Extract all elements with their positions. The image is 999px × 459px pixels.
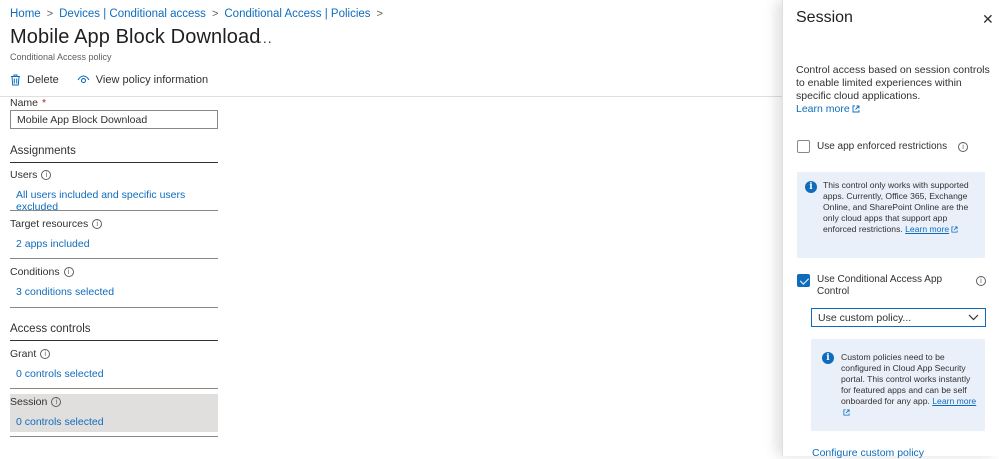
row-divider (10, 307, 218, 308)
external-link-icon (852, 104, 860, 117)
session-summary-link[interactable]: 0 controls selected (16, 416, 104, 428)
learn-more-link[interactable]: Learn more (796, 103, 860, 115)
breadcrumb-separator: > (46, 8, 54, 20)
breadcrumb-separator: > (376, 8, 383, 20)
info-icon[interactable]: i (51, 397, 62, 407)
session-field-label: Session i (10, 396, 62, 408)
users-field-label: Users i (10, 169, 52, 181)
external-link-icon (843, 408, 850, 419)
row-divider (10, 210, 218, 211)
row-divider (10, 388, 218, 389)
app-enforced-info-box: i This control only works with supported… (797, 172, 985, 258)
session-panel: Session ✕ Control access based on sessio… (782, 0, 999, 459)
grant-field-label: Grant i (10, 348, 51, 360)
command-bar: Delete View policy information (10, 74, 208, 86)
target-resources-label: Target resources (10, 218, 89, 230)
app-control-checkbox[interactable] (797, 274, 810, 287)
breadcrumb-separator: > (211, 8, 219, 20)
policy-name-input[interactable] (10, 110, 218, 129)
app-control-policy-dropdown[interactable]: Use custom policy... (811, 308, 986, 327)
close-icon[interactable]: ✕ (982, 12, 994, 26)
row-divider (10, 436, 218, 437)
app-enforced-restrictions-label: Use app enforced restrictions (817, 141, 948, 152)
app-control-option: Use Conditional Access App Control i (797, 274, 986, 298)
target-resources-summary-link[interactable]: 2 apps included (16, 238, 90, 250)
info-icon[interactable]: i (63, 267, 74, 277)
breadcrumb-conditional-access-policies[interactable]: Conditional Access | Policies (224, 8, 370, 20)
eye-icon (77, 75, 90, 85)
app-control-label: Use Conditional Access App Control (817, 274, 943, 297)
info-filled-icon: i (822, 352, 834, 364)
access-controls-divider (10, 340, 218, 341)
conditions-summary-link[interactable]: 3 conditions selected (16, 286, 114, 298)
info2-learn-more-label: Learn more (932, 396, 977, 406)
info-icon[interactable]: i (40, 349, 51, 359)
info-icon[interactable]: i (976, 276, 986, 286)
chevron-down-icon (968, 312, 979, 324)
users-label: Users (10, 169, 38, 181)
assignments-divider (10, 162, 218, 163)
conditions-field-label: Conditions i (10, 266, 74, 278)
view-policy-information-label: View policy information (95, 74, 209, 86)
name-label: Name (10, 97, 39, 109)
required-mark: * (42, 97, 47, 109)
breadcrumb: Home > Devices | Conditional access > Co… (10, 8, 383, 20)
panel-title: Session (796, 9, 853, 26)
info-icon[interactable]: i (958, 142, 969, 152)
learn-more-label: Learn more (796, 103, 850, 115)
info1-learn-more-label: Learn more (905, 224, 950, 234)
delete-button[interactable]: Delete (10, 74, 59, 86)
info1-learn-more-link[interactable]: Learn more (905, 224, 958, 234)
name-field-label: Name * (10, 97, 46, 109)
conditions-label: Conditions (10, 266, 60, 278)
external-link-icon (951, 225, 958, 236)
target-resources-field-label: Target resources i (10, 218, 103, 230)
description-text: Control access based on session controls… (796, 64, 990, 102)
more-options-button[interactable]: ... (258, 30, 273, 46)
info-icon[interactable]: i (41, 170, 52, 180)
toolbar-divider (0, 96, 782, 97)
panel-description: Control access based on session controls… (796, 64, 992, 117)
app-enforced-restrictions-option: Use app enforced restrictions i (797, 140, 969, 153)
row-divider (10, 258, 218, 259)
page-subtitle: Conditional Access policy (10, 52, 112, 62)
session-label: Session (10, 396, 48, 408)
access-controls-heading: Access controls (10, 323, 91, 335)
info-filled-icon: i (805, 181, 817, 193)
delete-label: Delete (27, 74, 59, 86)
grant-summary-link[interactable]: 0 controls selected (16, 368, 104, 380)
breadcrumb-home[interactable]: Home (10, 8, 41, 20)
assignments-heading: Assignments (10, 145, 76, 157)
page-title: Mobile App Block Download (10, 26, 261, 48)
info-icon[interactable]: i (92, 219, 103, 229)
app-enforced-restrictions-checkbox[interactable] (797, 140, 810, 153)
trash-icon (10, 74, 21, 86)
view-policy-information-button[interactable]: View policy information (77, 74, 208, 86)
configure-custom-policy-link[interactable]: Configure custom policy (812, 447, 924, 459)
breadcrumb-devices-conditional-access[interactable]: Devices | Conditional access (59, 8, 206, 20)
dropdown-value: Use custom policy... (818, 311, 912, 324)
custom-policy-info-box: i Custom policies need to be configured … (811, 339, 985, 431)
grant-label: Grant (10, 348, 37, 360)
